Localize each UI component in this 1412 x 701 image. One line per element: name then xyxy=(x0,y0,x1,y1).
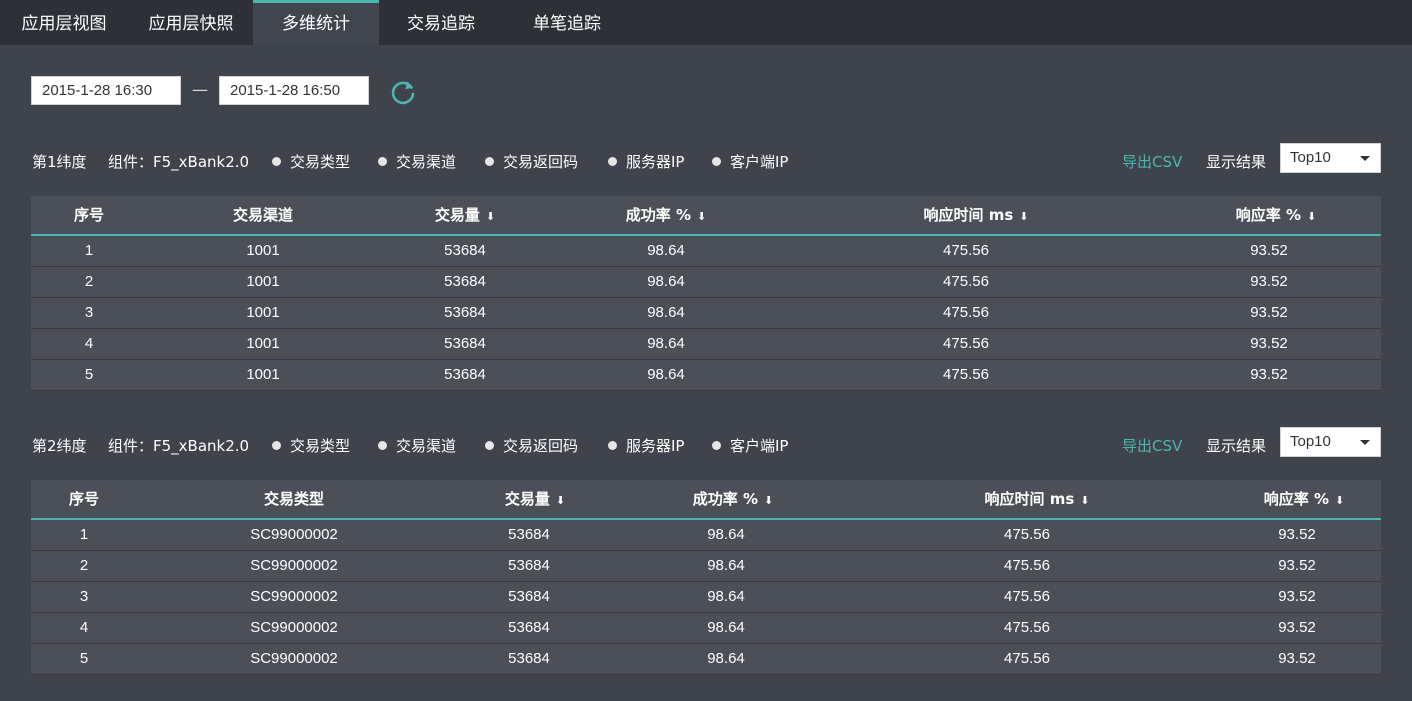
tab-multi-dim-stats[interactable]: 多维统计 xyxy=(253,0,379,45)
radio-dot-icon xyxy=(272,156,281,166)
dim1-top-select[interactable]: Top10 xyxy=(1280,143,1381,173)
date-separator: — xyxy=(192,80,208,99)
table-row[interactable]: 3 SC99000002 53684 98.64 475.56 93.52 xyxy=(31,582,1381,613)
radio-dot-icon xyxy=(712,440,721,450)
dim1-option-client-ip[interactable]: 客户端IP xyxy=(712,147,788,175)
header-response-time[interactable]: 响应时间 ms ⬇ xyxy=(781,196,1171,234)
dimension-2-table: 序号 交易类型 交易量 ⬇ 成功率 % ⬇ 响应时间 ms ⬇ 响应率 % ⬇ 1 SC9… xyxy=(31,480,1381,675)
dimension-1-filter-row: 第1纬度 组件：F5_xBank2.0 交易类型 交易渠道 交易返回码 服务器I… xyxy=(32,143,1382,175)
dim1-option-return-code[interactable]: 交易返回码 xyxy=(485,147,578,175)
header-success-rate[interactable]: 成功率 % ⬇ xyxy=(551,196,781,234)
dimension-1-label: 第1纬度 xyxy=(32,153,87,171)
header-success-rate[interactable]: 成功率 % ⬇ xyxy=(619,480,847,518)
dim2-option-transaction-type[interactable]: 交易类型 xyxy=(272,431,350,459)
chevron-down-icon xyxy=(1360,440,1370,445)
radio-dot-icon xyxy=(608,156,617,166)
header-channel: 交易渠道 xyxy=(232,206,293,224)
table-header: 序号 交易类型 交易量 ⬇ 成功率 % ⬇ 响应时间 ms ⬇ 响应率 % ⬇ xyxy=(31,480,1381,520)
header-response-rate[interactable]: 响应率 % ⬇ xyxy=(1227,480,1381,518)
dimension-1-component: 组件：F5_xBank2.0 xyxy=(108,153,250,171)
dim1-option-server-ip[interactable]: 服务器IP xyxy=(608,147,684,175)
radio-dot-icon xyxy=(272,440,281,450)
table-row[interactable]: 3 1001 53684 98.64 475.56 93.52 xyxy=(31,298,1381,329)
dimension-2-label: 第2纬度 xyxy=(32,437,87,455)
table-row[interactable]: 2 1001 53684 98.64 475.56 93.52 xyxy=(31,267,1381,298)
radio-dot-icon xyxy=(608,440,617,450)
header-response-time[interactable]: 响应时间 ms ⬇ xyxy=(847,480,1227,518)
end-date-input[interactable]: 2015-1-28 16:50 xyxy=(219,76,369,105)
dim2-show-results-label: 显示结果 xyxy=(1206,437,1267,455)
top-nav: 应用层视图 应用层快照 多维统计 交易追踪 单笔追踪 xyxy=(0,0,1412,45)
radio-dot-icon xyxy=(378,440,387,450)
dim2-option-transaction-channel[interactable]: 交易渠道 xyxy=(378,431,456,459)
sort-down-icon[interactable]: ⬇ xyxy=(1307,210,1316,223)
dimension-1-table: 序号 交易渠道 交易量 ⬇ 成功率 % ⬇ 响应时间 ms ⬇ 响应率 % ⬇ 1 100… xyxy=(31,196,1381,391)
header-volume[interactable]: 交易量 ⬇ xyxy=(379,196,551,234)
dim2-option-return-code[interactable]: 交易返回码 xyxy=(485,431,578,459)
start-date-input[interactable]: 2015-1-28 16:30 xyxy=(31,76,181,105)
tab-transaction-trace[interactable]: 交易追踪 xyxy=(392,0,490,45)
tab-app-layer-snapshot[interactable]: 应用层快照 xyxy=(132,0,250,45)
sort-down-icon[interactable]: ⬇ xyxy=(764,494,773,507)
dim2-option-server-ip[interactable]: 服务器IP xyxy=(608,431,684,459)
dim2-top-select[interactable]: Top10 xyxy=(1280,427,1381,457)
table-row[interactable]: 5 1001 53684 98.64 475.56 93.52 xyxy=(31,360,1381,391)
radio-dot-icon xyxy=(485,156,494,166)
header-volume[interactable]: 交易量 ⬇ xyxy=(451,480,619,518)
chevron-down-icon xyxy=(1360,156,1370,161)
table-row[interactable]: 1 SC99000002 53684 98.64 475.56 93.52 xyxy=(31,520,1381,551)
table-row[interactable]: 1 1001 53684 98.64 475.56 93.52 xyxy=(31,236,1381,267)
tab-app-layer-view[interactable]: 应用层视图 xyxy=(8,0,120,45)
dim1-option-transaction-type[interactable]: 交易类型 xyxy=(272,147,350,175)
dim1-show-results-label: 显示结果 xyxy=(1206,153,1267,171)
header-response-rate[interactable]: 响应率 % ⬇ xyxy=(1171,196,1381,234)
dim1-option-transaction-channel[interactable]: 交易渠道 xyxy=(378,147,456,175)
radio-dot-icon xyxy=(485,440,494,450)
table-row[interactable]: 5 SC99000002 53684 98.64 475.56 93.52 xyxy=(31,644,1381,675)
sort-down-icon[interactable]: ⬇ xyxy=(486,210,495,223)
sort-down-icon[interactable]: ⬇ xyxy=(556,494,565,507)
header-type: 交易类型 xyxy=(263,490,324,508)
sort-down-icon[interactable]: ⬇ xyxy=(1335,494,1344,507)
table-row[interactable]: 4 1001 53684 98.64 475.56 93.52 xyxy=(31,329,1381,360)
sort-down-icon[interactable]: ⬇ xyxy=(1019,210,1028,223)
table-header: 序号 交易渠道 交易量 ⬇ 成功率 % ⬇ 响应时间 ms ⬇ 响应率 % ⬇ xyxy=(31,196,1381,236)
radio-dot-icon xyxy=(378,156,387,166)
table-row[interactable]: 2 SC99000002 53684 98.64 475.56 93.52 xyxy=(31,551,1381,582)
radio-dot-icon xyxy=(712,156,721,166)
dim2-option-client-ip[interactable]: 客户端IP xyxy=(712,431,788,459)
header-index: 序号 xyxy=(68,490,99,508)
sort-down-icon[interactable]: ⬇ xyxy=(697,210,706,223)
dim1-export-csv-link[interactable]: 导出CSV xyxy=(1122,151,1182,172)
table-row[interactable]: 4 SC99000002 53684 98.64 475.56 93.52 xyxy=(31,613,1381,644)
dimension-2-component: 组件：F5_xBank2.0 xyxy=(108,437,250,455)
dimension-2-filter-row: 第2纬度 组件：F5_xBank2.0 交易类型 交易渠道 交易返回码 服务器I… xyxy=(32,427,1382,459)
header-index: 序号 xyxy=(73,206,104,224)
sort-down-icon[interactable]: ⬇ xyxy=(1080,494,1089,507)
refresh-icon[interactable] xyxy=(389,78,417,106)
dim2-export-csv-link[interactable]: 导出CSV xyxy=(1122,435,1182,456)
tab-single-trace[interactable]: 单笔追踪 xyxy=(518,0,616,45)
